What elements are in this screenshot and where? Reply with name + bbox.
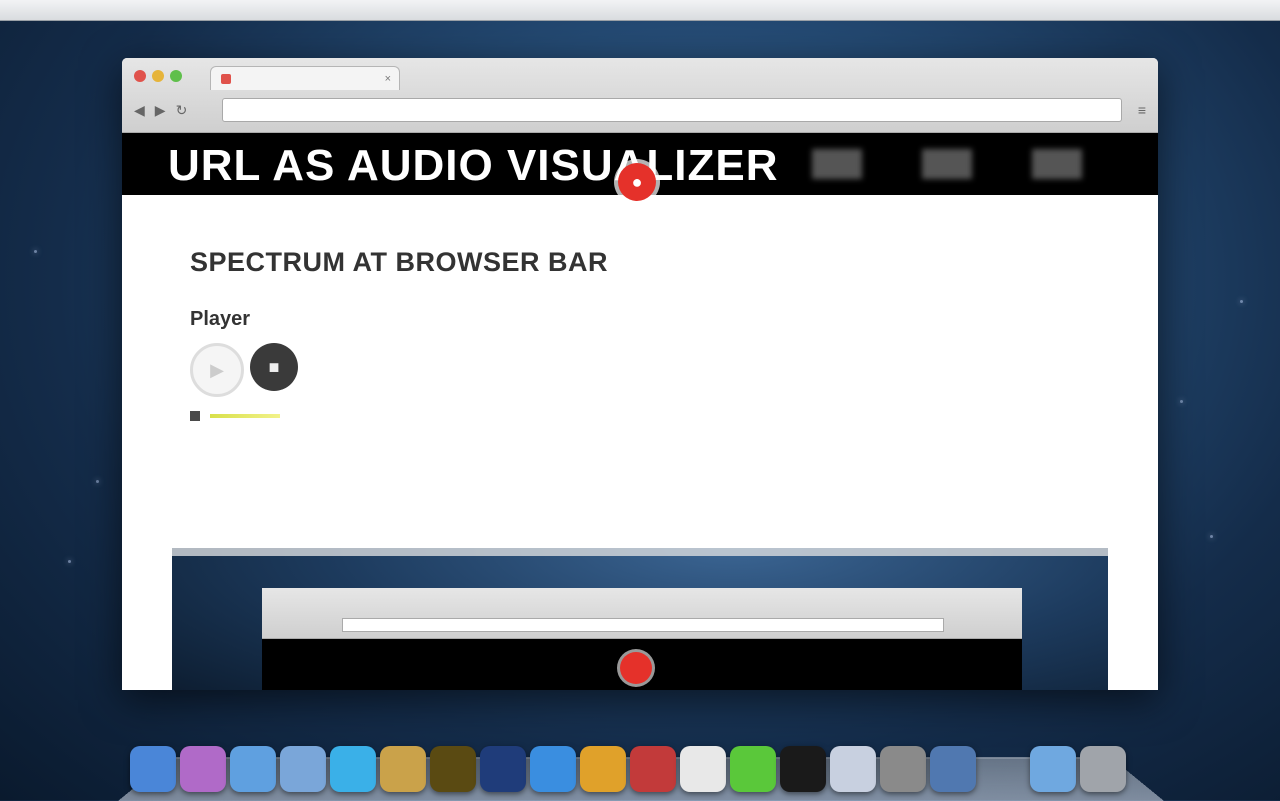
photoshop-icon[interactable]: [480, 746, 526, 792]
browser-toolbar: × ◀ ▶ ↻ ≡: [122, 58, 1158, 133]
back-button[interactable]: ◀: [134, 102, 145, 119]
close-tab-icon[interactable]: ×: [385, 73, 391, 85]
downloads-folder-icon[interactable]: [1030, 746, 1076, 792]
embedded-address-bar: [342, 618, 944, 632]
app-store-icon[interactable]: [530, 746, 576, 792]
play-button[interactable]: ▶: [190, 343, 244, 397]
status-indicator: [190, 411, 200, 421]
page-banner: URL AS AUDIO VISUALIZER ●: [122, 133, 1158, 201]
embedded-screenshot: [172, 548, 1108, 690]
banner-block: [812, 149, 862, 179]
level-meter: [210, 414, 280, 418]
browser-tab[interactable]: ×: [210, 66, 400, 90]
page-heading: SPECTRUM AT BROWSER BAR: [190, 247, 608, 277]
player-status: [190, 411, 1158, 421]
navigation-buttons: ◀ ▶ ↻: [134, 102, 187, 119]
illustrator-icon[interactable]: [430, 746, 476, 792]
terminal-icon[interactable]: [780, 746, 826, 792]
page-content: SPECTRUM AT BROWSER BAR Player ▶ ■: [122, 195, 1158, 421]
menu-icon[interactable]: ≡: [1138, 102, 1146, 118]
dock-icons: [130, 736, 1160, 792]
folder-icon[interactable]: [630, 746, 676, 792]
safari-icon[interactable]: [230, 746, 276, 792]
mail-icon[interactable]: [280, 746, 326, 792]
banner-block: [922, 149, 972, 179]
window-controls: [134, 70, 182, 82]
browser-window: × ◀ ▶ ↻ ≡ URL AS AUDIO VISUALIZER ● SPEC…: [122, 58, 1158, 690]
skype-icon[interactable]: [330, 746, 376, 792]
text-edit-icon[interactable]: [830, 746, 876, 792]
embedded-browser-toolbar: [262, 588, 1022, 639]
stop-button[interactable]: ■: [250, 343, 298, 391]
favicon-icon: [221, 73, 231, 84]
embedded-menu-bar: [172, 548, 1108, 556]
iphoto-icon[interactable]: [380, 746, 426, 792]
play-icon: ▶: [210, 359, 224, 380]
embedded-browser-window: [262, 588, 1022, 690]
forward-button[interactable]: ▶: [155, 102, 166, 119]
spacer-icon: [980, 746, 1026, 792]
banner-title: URL AS AUDIO VISUALIZER: [168, 141, 779, 190]
system-preferences-icon[interactable]: [880, 746, 926, 792]
finder-icon[interactable]: [130, 746, 176, 792]
menu-bar: [0, 0, 1280, 21]
trash-icon[interactable]: [1080, 746, 1126, 792]
maximize-window-button[interactable]: [170, 70, 182, 82]
player-heading: Player: [190, 308, 251, 330]
network-icon[interactable]: [930, 746, 976, 792]
red-badge-icon[interactable]: ●: [618, 163, 656, 201]
reload-button[interactable]: ↻: [176, 102, 188, 119]
banner-block: [1032, 149, 1082, 179]
minimize-window-button[interactable]: [152, 70, 164, 82]
launchpad-icon[interactable]: [180, 746, 226, 792]
preview-icon[interactable]: [680, 746, 726, 792]
embedded-red-badge-icon: [620, 652, 652, 684]
stop-icon: ■: [268, 356, 280, 377]
close-window-button[interactable]: [134, 70, 146, 82]
banner-graphics: [812, 149, 1082, 179]
chrome-icon[interactable]: [580, 746, 626, 792]
player-controls: ▶ ■: [190, 343, 1158, 397]
address-bar[interactable]: [222, 98, 1122, 122]
messages-icon[interactable]: [730, 746, 776, 792]
